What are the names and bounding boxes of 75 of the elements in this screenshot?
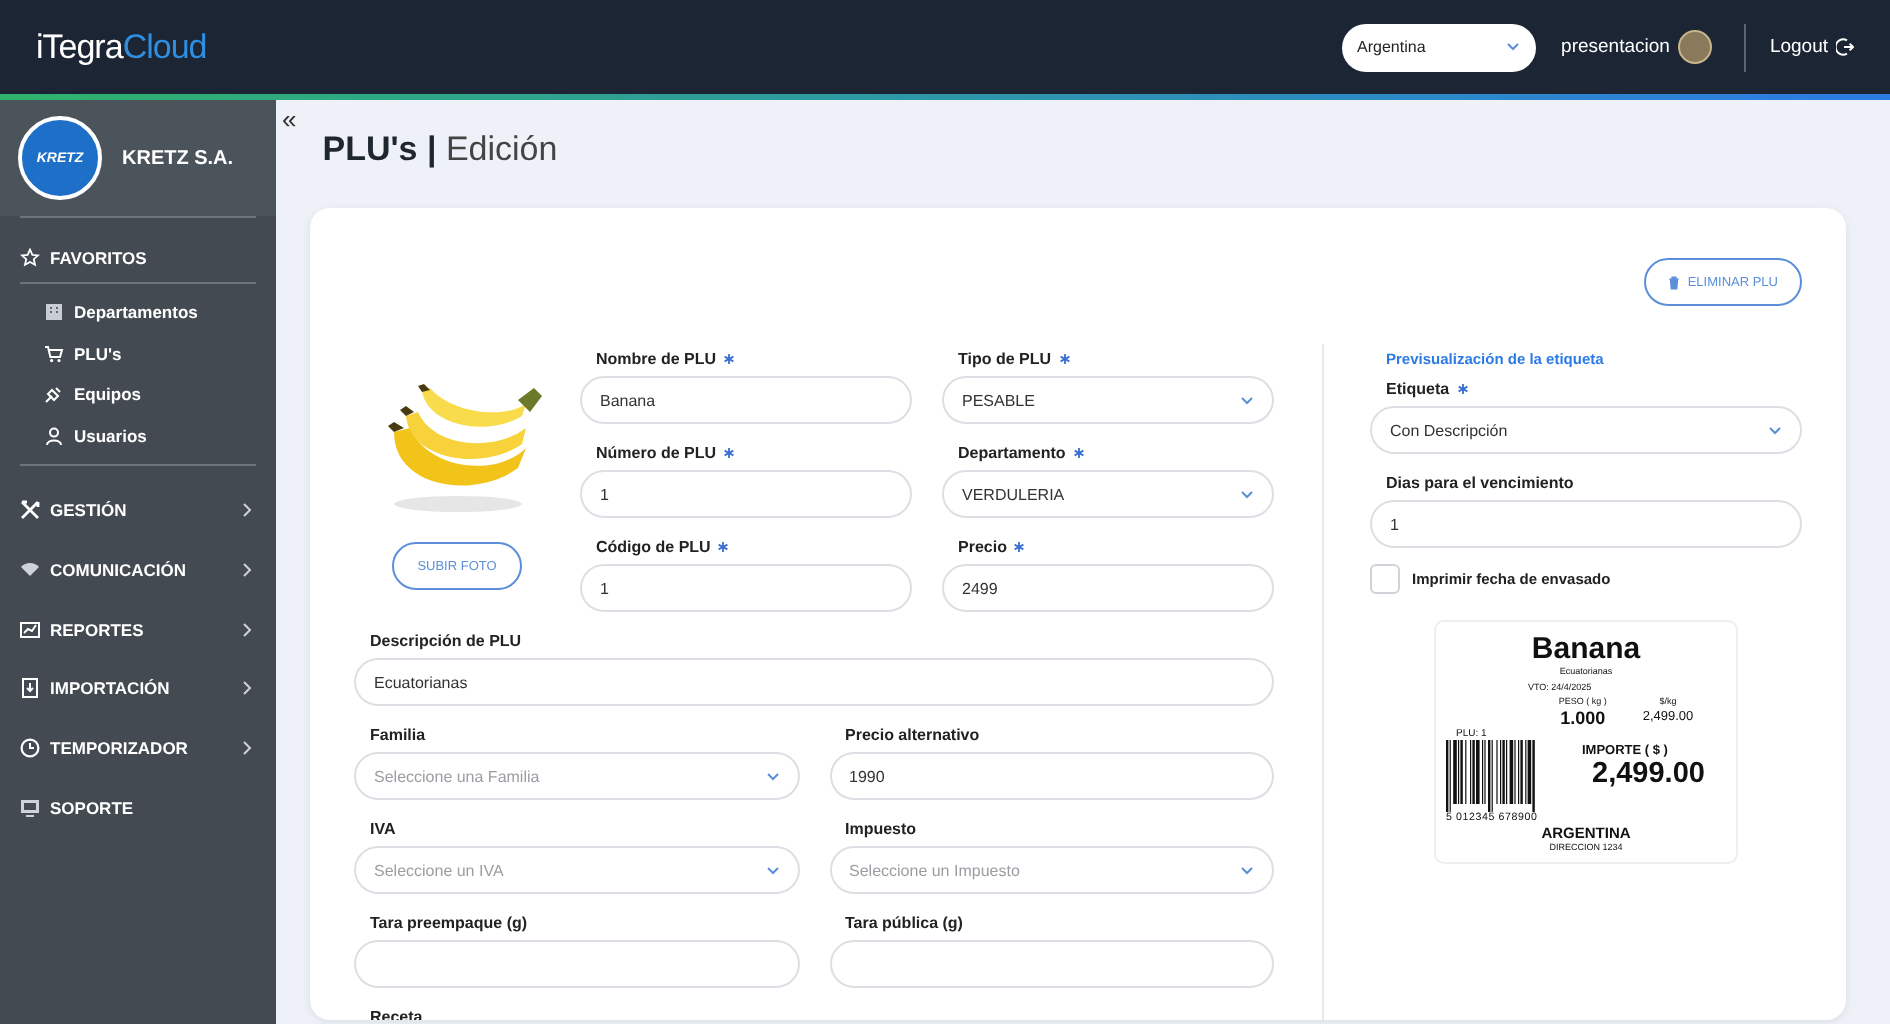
chevron-right-icon [242,680,252,697]
chevron-down-icon [1240,395,1254,405]
text-field[interactable] [354,940,799,988]
field-label: Tipo de PLU [958,349,1052,367]
field-label: Precio alternativo [845,725,980,743]
field-label: Tara pública (g) [845,913,963,931]
chevron-right-icon [242,561,252,578]
plug-icon [44,384,64,405]
cart-icon [44,343,64,364]
collapse-sidebar-button[interactable]: « [282,106,297,134]
clock-icon [20,737,40,758]
sidebar-item[interactable]: Departamentos [44,292,256,334]
chart-icon [20,619,40,640]
star-icon [20,248,40,268]
chevron-down-icon [1240,489,1254,499]
sidebar-menu-item[interactable]: GESTIÓN [20,480,256,541]
text-field[interactable]: Ecuatorianas [354,658,1274,706]
field-label: Familia [370,725,426,743]
trash-icon [1667,275,1680,289]
field-label: Impuesto [845,819,917,837]
wifi-icon [20,559,40,580]
weight-value: 1.000 [1560,708,1606,728]
sidebar-menu-item[interactable]: IMPORTACIÓN [20,658,256,719]
total-value: 2,499.00 [1592,758,1705,790]
tools-icon [20,500,40,521]
monitor-icon [20,797,40,818]
country-select[interactable]: Argentina [1341,23,1536,71]
chevron-down-icon [1505,42,1520,52]
chevron-right-icon [242,739,252,756]
chevron-down-icon [765,865,779,875]
select-field[interactable]: PESABLE [942,376,1274,424]
text-field[interactable]: 1 [580,470,912,518]
chevron-right-icon [242,621,252,638]
sidebar-menu-item[interactable]: REPORTES [20,599,256,659]
label-title: Banana [1531,634,1641,666]
chevron-right-icon [242,502,252,519]
chevron-down-icon [765,771,779,781]
app-logo: iTegraCloud [36,27,207,67]
text-field[interactable]: Banana [580,376,912,424]
building-icon [44,302,64,323]
text-field[interactable] [829,940,1274,988]
checkbox[interactable] [1370,564,1400,594]
file-import-icon [20,678,40,699]
field-label: Nombre de PLU [596,349,717,367]
sidebar-menu-item[interactable]: TEMPORIZADOR [20,718,256,778]
sidebar-item[interactable]: Equipos [44,374,256,416]
field-label: IVA [370,819,396,837]
favorites-header[interactable]: FAVORITOS [20,234,256,282]
select-field[interactable]: Con Descripción [1370,406,1802,454]
text-field[interactable]: 1990 [829,752,1274,800]
field-label: Dias para el vencimiento [1386,473,1574,491]
field-label: Tara preempaque (g) [370,913,528,931]
field-label: Descripción de PLU [370,631,522,649]
field-label: Departamento [958,443,1066,461]
field-label: Etiqueta [1386,379,1450,397]
sidebar-item[interactable]: Usuarios [44,415,256,457]
person-icon [44,426,64,447]
field-label: Precio [958,537,1007,555]
avatar [1677,30,1712,64]
field-label: Código de PLU [596,537,711,555]
company-name: KRETZ S.A. [122,147,234,169]
logout-button[interactable]: Logout [1769,36,1854,58]
user-name: presentacion [1561,36,1670,58]
text-field[interactable]: 1 [580,564,912,612]
field-label: Número de PLU [596,443,717,461]
chevron-down-icon [1240,865,1254,875]
text-field[interactable]: 2499 [942,564,1274,612]
sidebar-menu-item[interactable]: COMUNICACIÓN [20,540,256,600]
logout-icon [1836,38,1854,56]
sidebar-item[interactable]: PLU's [44,333,256,375]
select-field[interactable]: VERDULERIA [942,470,1274,518]
text-field[interactable]: 1 [1370,500,1802,548]
page-title: PLU's | Edición [322,128,558,172]
sidebar-menu-item[interactable]: SOPORTE [20,777,256,837]
chevron-down-icon [1768,425,1782,435]
